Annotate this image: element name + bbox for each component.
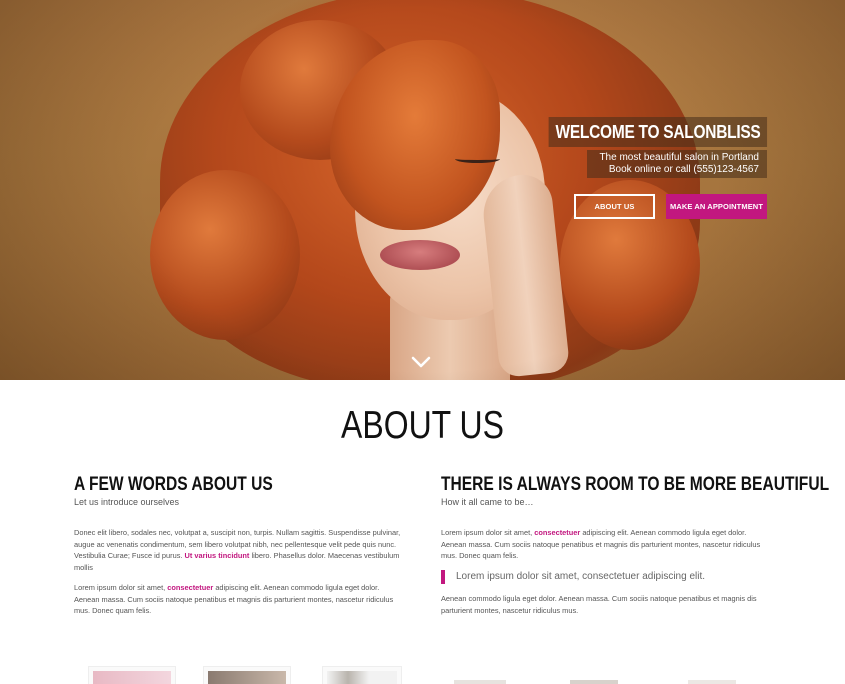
chevron-down-icon[interactable] bbox=[410, 355, 432, 369]
hero-section: WELCOME TO SALONBLISS The most beautiful… bbox=[0, 0, 845, 380]
left-paragraph-1: Donec elit libero, sodales nec, volutpat… bbox=[74, 527, 404, 574]
hero-title: WELCOME TO SALONBLISS bbox=[548, 117, 767, 147]
hero-subtitle-line1: The most beautiful salon in Portland bbox=[599, 152, 759, 163]
left-title-bold: ABOUT US bbox=[191, 474, 273, 495]
gallery-thumbnail[interactable] bbox=[450, 666, 510, 684]
left-p1-link[interactable]: Ut varius tincidunt bbox=[185, 551, 250, 560]
right-paragraph-1: Lorem ipsum dolor sit amet, consectetuer… bbox=[441, 527, 771, 562]
make-appointment-button[interactable]: MAKE AN APPOINTMENT bbox=[666, 194, 767, 219]
gallery-thumbnail[interactable] bbox=[322, 666, 402, 684]
left-column-title: A FEW WORDS ABOUT US bbox=[74, 474, 345, 496]
left-paragraph-2: Lorem ipsum dolor sit amet, consectetuer… bbox=[74, 582, 404, 617]
left-column-subtitle: Let us introduce ourselves bbox=[74, 497, 180, 507]
about-heading: ABOUT US bbox=[341, 404, 504, 447]
right-title-bold: MORE BEAUTIFUL bbox=[689, 474, 830, 495]
about-left-column: A FEW WORDS ABOUT US Let us introduce ou… bbox=[74, 474, 404, 617]
gallery-thumbnail[interactable] bbox=[684, 666, 740, 684]
left-p2-text-a: Lorem ipsum dolor sit amet, bbox=[74, 582, 168, 592]
hero-subtitle: The most beautiful salon in Portland Boo… bbox=[587, 150, 767, 178]
blockquote: Lorem ipsum dolor sit amet, consectetuer… bbox=[441, 570, 771, 585]
hero-subtitle-line2: Book online or call (555)123-4567 bbox=[608, 164, 759, 175]
about-us-button[interactable]: ABOUT US bbox=[574, 194, 655, 219]
gallery-thumbnail[interactable] bbox=[566, 666, 622, 684]
right-p1-text-a: Lorem ipsum dolor sit amet, bbox=[441, 528, 535, 537]
left-title-plain: A FEW WORDS bbox=[74, 474, 192, 495]
right-column-subtitle: How it all came to be… bbox=[441, 497, 534, 507]
left-p2-link[interactable]: consectetuer bbox=[167, 583, 213, 592]
gallery-thumbnail[interactable] bbox=[203, 666, 291, 684]
right-column-title: THERE IS ALWAYS ROOM TO BE MORE BEAUTIFU… bbox=[441, 474, 829, 496]
right-title-plain: THERE IS ALWAYS ROOM TO BE bbox=[441, 474, 690, 495]
right-p1-link[interactable]: consectetuer bbox=[534, 528, 580, 537]
about-right-column: THERE IS ALWAYS ROOM TO BE MORE BEAUTIFU… bbox=[441, 474, 829, 617]
gallery-thumbnail[interactable] bbox=[88, 666, 176, 684]
right-paragraph-2: Aenean commodo ligula eget dolor. Aenean… bbox=[441, 594, 757, 615]
hero-vignette bbox=[0, 0, 845, 380]
